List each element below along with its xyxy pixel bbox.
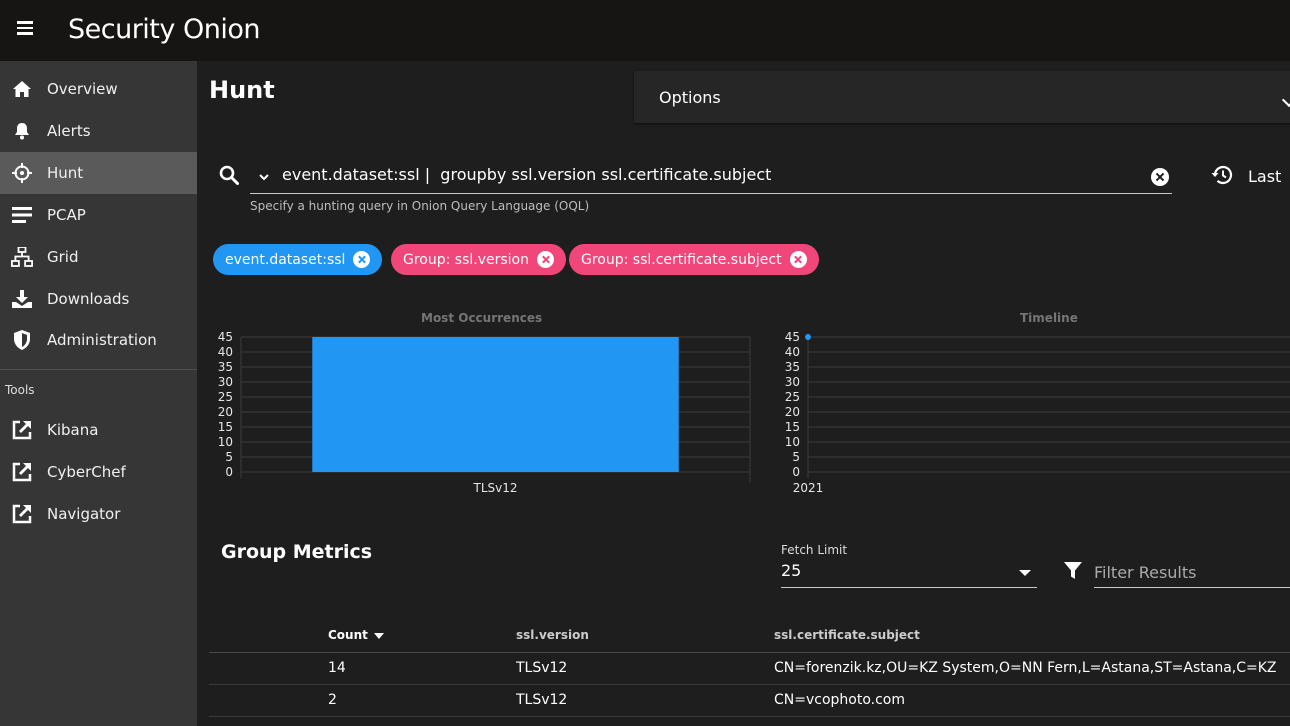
- caret-down-icon: [1019, 570, 1031, 576]
- most-occurrences-chart: 051015202530354045 TLSv12: [218, 330, 751, 495]
- fetch-limit-select[interactable]: 25: [781, 557, 1037, 588]
- sidebar-item-downloads[interactable]: Downloads: [0, 278, 197, 320]
- sidebar-divider: [0, 369, 197, 370]
- group-chip-subject[interactable]: Group: ssl.certificate.subject: [569, 244, 819, 275]
- y-tick-label: 35: [218, 360, 233, 374]
- column-header-count[interactable]: Count: [328, 628, 384, 642]
- y-tick-label: 20: [785, 405, 800, 419]
- cell-ssl-version[interactable]: TLSv12: [516, 692, 567, 708]
- y-tick-label: 0: [792, 465, 800, 479]
- column-header-ssl-certificate-subject[interactable]: ssl.certificate.subject: [774, 628, 920, 642]
- sidebar-item-hunt[interactable]: Hunt: [0, 152, 197, 194]
- y-tick-label: 0: [225, 465, 233, 479]
- group-chip-version[interactable]: Group: ssl.version: [391, 244, 566, 275]
- y-tick-label: 5: [225, 450, 233, 464]
- y-tick-label: 25: [785, 390, 800, 404]
- shield-icon: [11, 329, 33, 351]
- external-link-icon: [11, 503, 33, 525]
- sidebar-item-cyberchef[interactable]: CyberChef: [0, 451, 197, 493]
- y-tick-label: 25: [218, 390, 233, 404]
- external-link-icon: [11, 419, 33, 441]
- crosshairs-icon: [11, 162, 33, 184]
- search-icon[interactable]: [219, 165, 239, 189]
- y-tick-label: 20: [218, 405, 233, 419]
- x-tick-label: TLSv12: [472, 481, 517, 495]
- data-point: [805, 334, 811, 340]
- y-tick-label: 30: [785, 375, 800, 389]
- filter-results-field[interactable]: [1094, 557, 1290, 588]
- y-tick-label: 35: [785, 360, 800, 374]
- sidebar-item-grid[interactable]: Grid: [0, 236, 197, 278]
- group-metrics-title: Group Metrics: [221, 541, 373, 563]
- close-icon[interactable]: [353, 251, 371, 268]
- timeline-title: Timeline: [1020, 311, 1078, 325]
- main-content: Hunt Options event.dataset:ssl | groupby…: [197, 61, 1290, 726]
- y-tick-label: 5: [792, 450, 800, 464]
- options-label: Options: [659, 88, 721, 107]
- options-panel[interactable]: Options: [634, 71, 1290, 123]
- external-link-icon: [11, 461, 33, 483]
- history-icon[interactable]: [1211, 165, 1233, 189]
- download-icon: [11, 288, 33, 310]
- list-icon: [11, 204, 33, 226]
- cell-ssl-certificate-subject[interactable]: CN=forenzik.kz,OU=KZ System,O=NN Fern,L=…: [774, 660, 1277, 676]
- cell-ssl-version[interactable]: TLSv12: [516, 660, 567, 676]
- filter-icon: [1063, 561, 1083, 585]
- close-icon[interactable]: [537, 251, 554, 268]
- sitemap-icon: [11, 246, 33, 268]
- menu-icon[interactable]: [12, 18, 38, 42]
- sidebar-item-overview[interactable]: Overview: [0, 68, 197, 110]
- cell-ssl-certificate-subject[interactable]: CN=vcophoto.com: [774, 692, 905, 708]
- y-tick-label: 40: [785, 345, 800, 359]
- brand-logo[interactable]: Security Onion: [68, 14, 260, 45]
- filter-chip-dataset[interactable]: event.dataset:ssl: [213, 244, 383, 275]
- filter-results-input[interactable]: [1094, 557, 1290, 587]
- sidebar-item-pcap[interactable]: PCAP: [0, 194, 197, 236]
- column-header-ssl-version[interactable]: ssl.version: [516, 628, 589, 642]
- sidebar-item-kibana[interactable]: Kibana: [0, 409, 197, 451]
- close-icon[interactable]: [789, 251, 807, 268]
- y-tick-label: 10: [218, 435, 233, 449]
- sidebar-item-administration[interactable]: Administration: [0, 319, 197, 361]
- table-header: Count ssl.version ssl.certificate.subjec…: [209, 621, 1290, 653]
- y-tick-label: 10: [785, 435, 800, 449]
- y-tick-label: 45: [218, 330, 233, 344]
- sidebar: Overview Alerts Hunt PCAP Grid Downloads: [0, 61, 197, 726]
- tools-section-title: Tools: [5, 383, 35, 397]
- home-icon: [11, 78, 33, 100]
- query-input[interactable]: event.dataset:ssl | groupby ssl.version …: [250, 156, 1172, 194]
- fetch-limit-label: Fetch Limit: [781, 543, 848, 557]
- y-tick-label: 15: [785, 420, 800, 434]
- table-row[interactable]: 14 TLSv12 CN=forenzik.kz,OU=KZ System,O=…: [209, 653, 1290, 685]
- y-tick-label: 30: [218, 375, 233, 389]
- table-row[interactable]: 2 TLSv12 CN=vcophoto.com: [209, 685, 1290, 717]
- chevron-down-icon[interactable]: [1281, 92, 1290, 108]
- sort-desc-icon: [373, 632, 384, 639]
- cell-count: 2: [328, 692, 337, 708]
- date-range-label[interactable]: Last: [1248, 167, 1281, 186]
- most-occurrences-title: Most Occurrences: [421, 311, 543, 325]
- clear-query-icon[interactable]: [1151, 168, 1169, 186]
- chevron-down-icon[interactable]: [257, 169, 271, 183]
- sidebar-item-alerts[interactable]: Alerts: [0, 110, 197, 152]
- bell-icon: [11, 120, 33, 142]
- page-title: Hunt: [209, 76, 275, 104]
- query-hint: Specify a hunting query in Onion Query L…: [250, 199, 590, 213]
- sidebar-item-navigator[interactable]: Navigator: [0, 493, 197, 535]
- bar: [312, 337, 679, 472]
- top-app-bar: Security Onion: [0, 0, 1290, 61]
- y-tick-label: 45: [785, 330, 800, 344]
- query-text[interactable]: event.dataset:ssl | groupby ssl.version …: [282, 165, 771, 184]
- x-tick-label: 2021: [793, 481, 824, 495]
- timeline-chart: 051015202530354045 2021: [785, 330, 1290, 495]
- y-tick-label: 15: [218, 420, 233, 434]
- y-tick-label: 40: [218, 345, 233, 359]
- cell-count: 14: [328, 660, 346, 676]
